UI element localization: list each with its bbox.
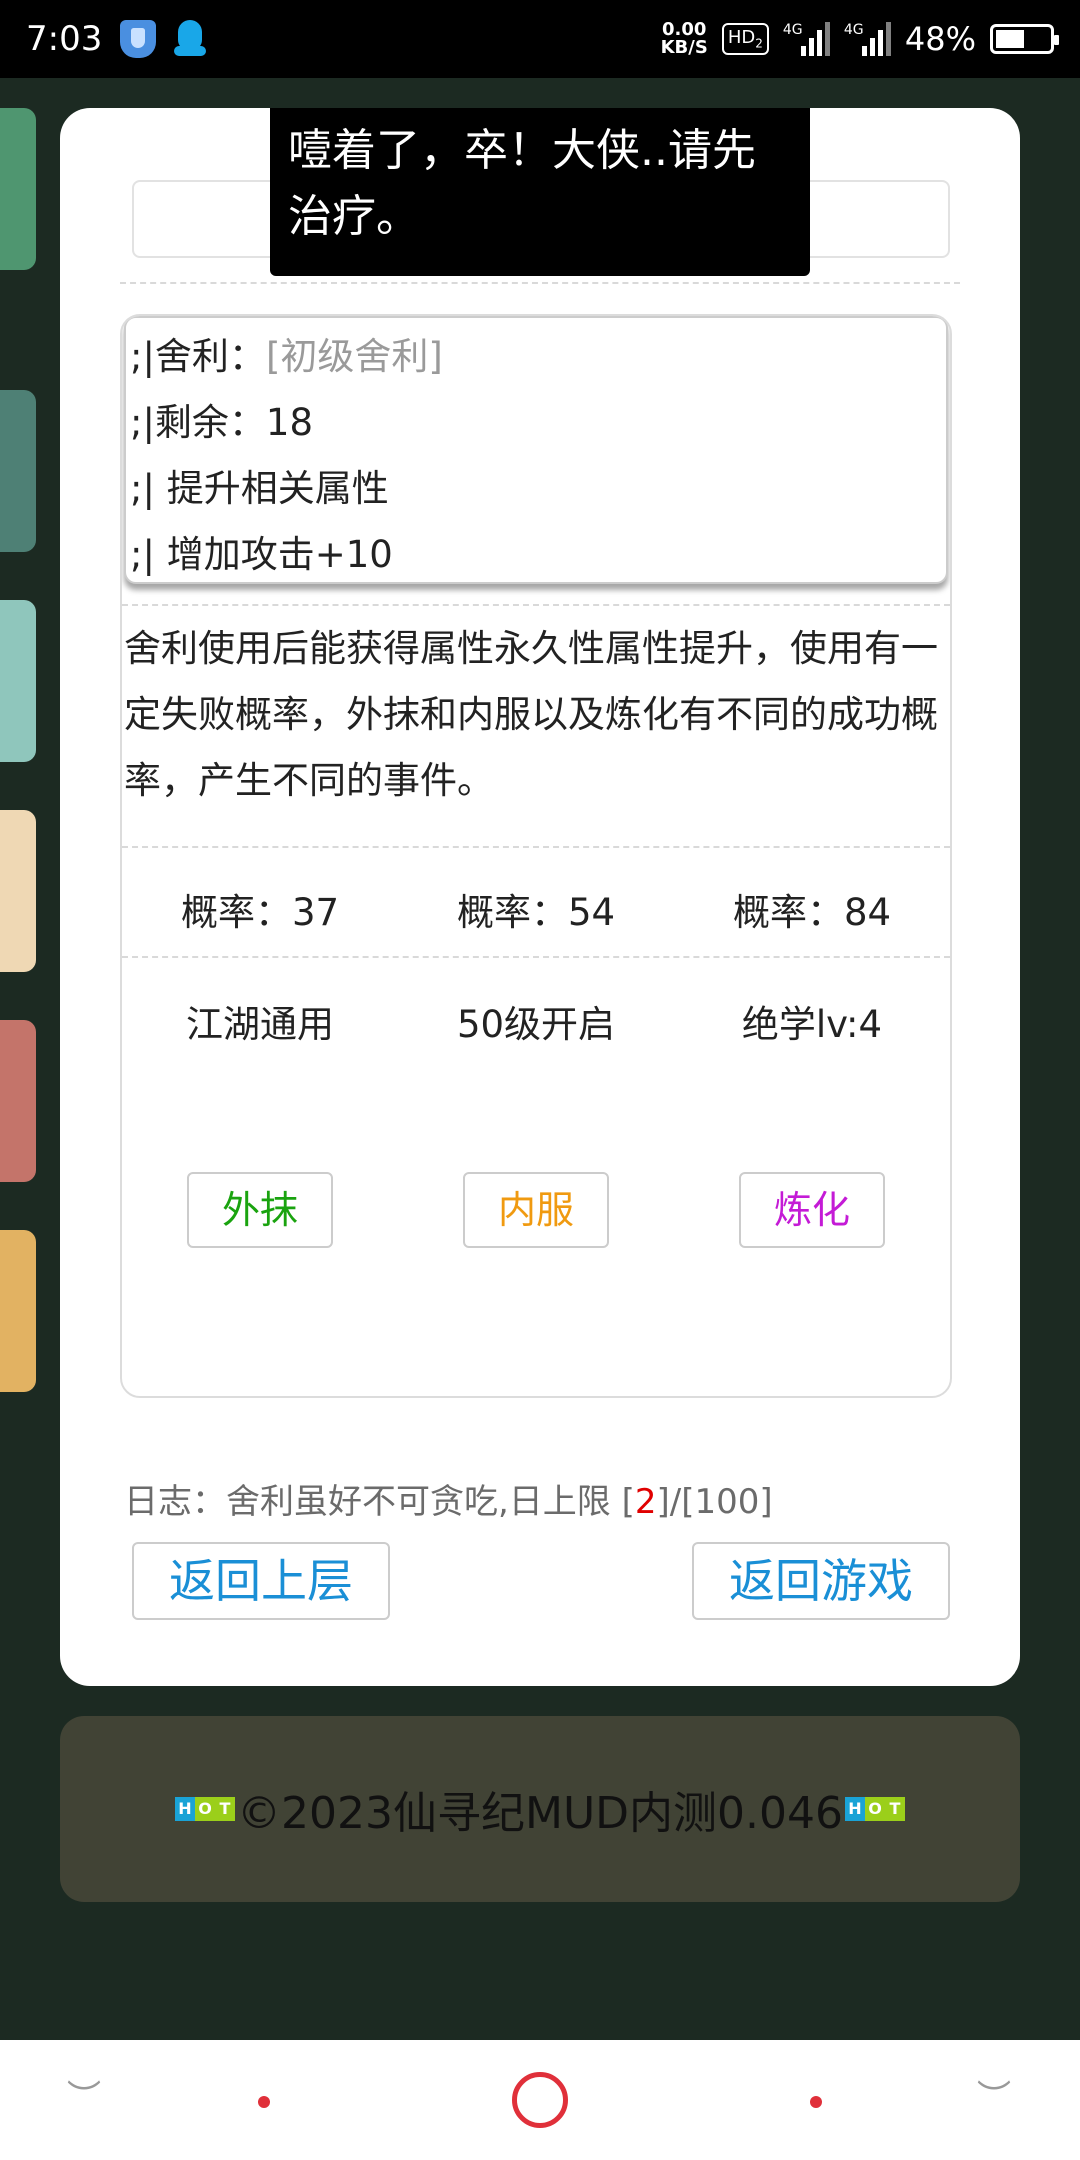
divider [122,604,950,606]
main-card: ;|舍利：[初级舍利] ;|剩余：18 ;| 提升相关属性 ;| 增加攻击+10… [60,108,1020,1686]
apply-button[interactable]: 外抹 [187,1172,333,1248]
requirement-ingest: 50级开启 [456,1003,616,1046]
system-nav-bar: ︶ ︶ [0,2040,1080,2160]
item-effect-1: ;| 提升相关属性 [130,467,389,510]
hot-badge-icon: HOT [175,1797,235,1821]
content-frame: ;|舍利：[初级舍利] ;|剩余：18 ;| 提升相关属性 ;| 增加攻击+10… [120,314,952,1398]
requirement-row: 江湖通用 50级开启 绝学lv:4 [122,994,950,1048]
status-time: 7:03 [26,19,103,59]
item-description: 舍利使用后能获得属性永久性属性提升，使用有一定失败概率，外抹和内服以及炼化有不同… [124,627,938,802]
side-tab-3[interactable] [0,600,36,762]
item-name[interactable]: [初级舍利] [266,335,443,378]
back-game-button[interactable]: 返回游戏 [692,1542,950,1620]
footer: HOT ©2023仙寻纪MUD内测0.046 HOT [60,1716,1020,1902]
probability-refine: 概率：84 [732,891,892,934]
divider [120,282,960,284]
ingest-button[interactable]: 内服 [463,1172,609,1248]
home-icon[interactable] [512,2072,568,2128]
side-tab-1[interactable] [0,108,36,270]
side-tab-6[interactable] [0,1230,36,1392]
side-tab-4[interactable] [0,810,36,972]
probability-ingest: 概率：54 [456,891,616,934]
requirement-refine: 绝学lv:4 [741,1003,883,1046]
requirement-apply: 江湖通用 [186,1003,334,1046]
hot-badge-icon: HOT [845,1797,905,1821]
item-name-line: ;|舍利：[初级舍利] [130,335,443,378]
item-effect-2: ;| 增加攻击+10 [130,533,393,576]
chevron-down-icon[interactable]: ︶ [976,2070,1012,2118]
battery-icon [990,24,1059,54]
item-info-box: ;|舍利：[初级舍利] ;|剩余：18 ;| 提升相关属性 ;| 增加攻击+10 [124,316,948,584]
signal-icon: 4G [783,22,830,56]
action-row: 外抹 内服 炼化 [122,1172,950,1248]
qq-icon [174,20,207,58]
divider [122,846,950,848]
chevron-down-icon[interactable]: ︶ [66,2070,102,2118]
net-speed: 0.00 KB/S [660,19,708,58]
probability-apply: 概率：37 [180,891,340,934]
probability-row: 概率：37 概率：54 概率：84 [122,882,950,936]
nav-dot[interactable] [258,2096,270,2108]
side-tab-2[interactable] [0,390,36,552]
log-line: 日志：舍利虽好不可贪吃,日上限 [2]/[100] [124,1482,773,1522]
status-bar: 7:03 0.00 KB/S HD2 4G 4G 48% [0,0,1080,78]
divider [122,956,950,958]
hd-icon: HD2 [721,23,769,55]
side-tab-5[interactable] [0,1020,36,1182]
toast-message: 噎着了，卒！大侠..请先治疗。 [270,108,810,276]
item-remaining: ;|剩余：18 [130,401,314,444]
battery-percent: 48% [904,20,976,58]
shield-icon [120,20,157,58]
nav-dot[interactable] [810,2096,822,2108]
footer-copyright: ©2023仙寻纪MUD内测0.046 [237,1788,843,1839]
refine-button[interactable]: 炼化 [739,1172,885,1248]
back-upper-button[interactable]: 返回上层 [132,1542,390,1620]
signal-icon-2: 4G [844,22,891,56]
